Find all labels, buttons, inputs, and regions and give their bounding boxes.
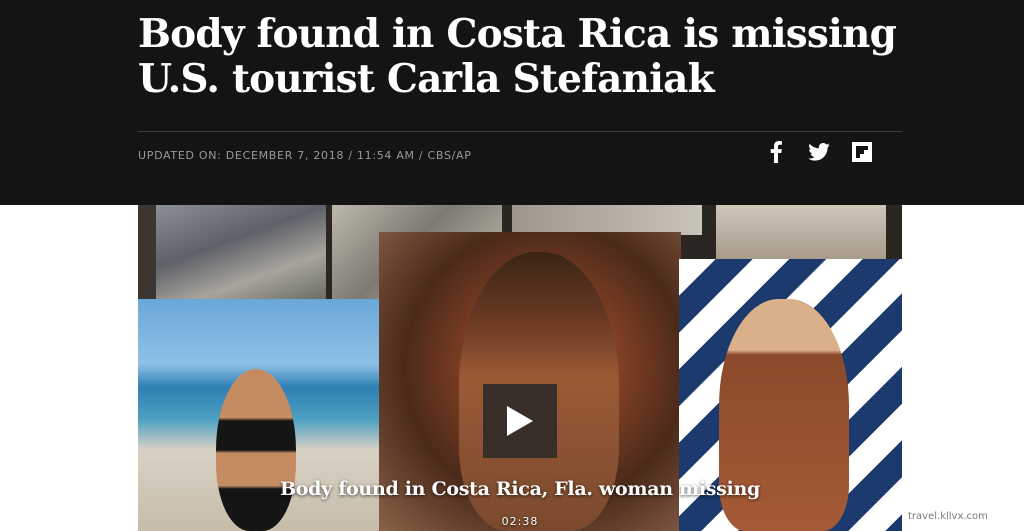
video-thumbnail-tile: [156, 205, 326, 299]
watermark: travel.kllvx.com: [908, 511, 988, 522]
twitter-icon: [808, 143, 830, 161]
article-header: Body found in Costa Rica is missing U.S.…: [0, 0, 1024, 205]
person-figure: [216, 369, 296, 531]
play-button[interactable]: [483, 384, 557, 458]
twitter-share-button[interactable]: [807, 140, 831, 164]
video-thumbnail-tile: [512, 205, 702, 235]
video-thumbnail-tile: [716, 205, 886, 261]
flipboard-share-button[interactable]: [851, 140, 873, 164]
play-icon: [507, 406, 533, 436]
video-caption: Body found in Costa Rica, Fla. woman mis…: [280, 478, 760, 500]
facebook-icon: [770, 141, 782, 163]
article-headline: Body found in Costa Rica is missing U.S.…: [138, 11, 897, 102]
article-meta: UPDATED ON: DECEMBER 7, 2018 / 11:54 AM …: [138, 149, 472, 162]
header-divider: [138, 131, 902, 132]
video-thumbnail-tile: [138, 205, 156, 301]
video-player[interactable]: Body found in Costa Rica, Fla. woman mis…: [138, 205, 902, 531]
flipboard-icon: [852, 142, 872, 162]
video-duration: 02:38: [501, 515, 539, 528]
facebook-share-button[interactable]: [767, 140, 785, 164]
